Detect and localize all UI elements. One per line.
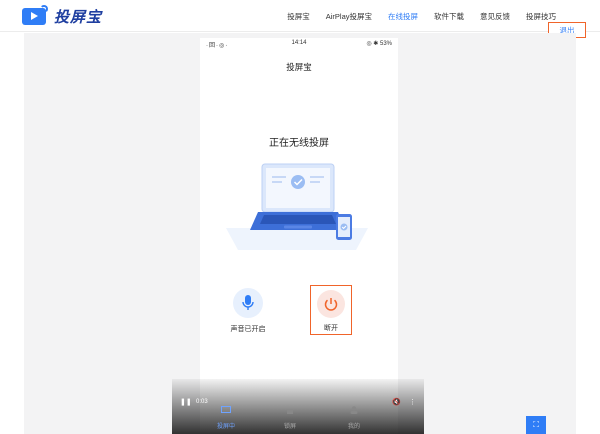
power-icon xyxy=(317,290,345,318)
main-nav: 投屏宝 AirPlay投屏宝 在线投屏 软件下载 意见反馈 投屏技巧 xyxy=(271,0,556,32)
top-header: 投屏宝 投屏宝 AirPlay投屏宝 在线投屏 软件下载 意见反馈 投屏技巧 xyxy=(0,0,600,32)
nav-item-home[interactable]: 投屏宝 xyxy=(287,11,310,22)
lock-icon xyxy=(287,409,293,414)
nav-item-online-cast[interactable]: 在线投屏 xyxy=(388,11,418,22)
mute-icon[interactable]: 🔇 xyxy=(392,398,401,406)
phone-bottom-tabs: 投屏中 锁屏 我的 xyxy=(172,406,424,430)
nav-item-tips[interactable]: 投屏技巧 xyxy=(526,11,556,22)
fullscreen-icon: ⛶ xyxy=(533,420,539,429)
tab-lock[interactable]: 锁屏 xyxy=(270,403,310,430)
nav-item-feedback[interactable]: 意见反馈 xyxy=(480,11,510,22)
fullscreen-button[interactable]: ⛶ xyxy=(526,416,546,434)
disconnect-button[interactable]: 断开 xyxy=(310,285,352,335)
sound-toggle[interactable]: 声音已开启 xyxy=(224,288,272,334)
user-icon xyxy=(350,406,358,414)
video-control-bar: ❚❚ 0:03 🔇 ⋮ 投屏中 锁屏 我的 xyxy=(172,379,424,434)
more-icon[interactable]: ⋮ xyxy=(409,398,416,406)
nav-item-airplay[interactable]: AirPlay投屏宝 xyxy=(326,11,372,22)
tab-mine-label: 我的 xyxy=(347,424,360,430)
cast-viewport: ·回·◎· 14:14 ◎ ✱ 53% 投屏宝 正在无线投屏 声音已开启 断开 … xyxy=(24,33,576,434)
tab-mine[interactable]: 我的 xyxy=(334,403,374,430)
disconnect-label: 断开 xyxy=(324,325,338,332)
logo-text: 投屏宝 xyxy=(54,8,103,26)
laptop-phone-illustration xyxy=(226,163,368,250)
status-battery: ◎ ✱ 53% xyxy=(366,41,392,47)
sound-status-label: 声音已开启 xyxy=(230,326,266,333)
tab-casting[interactable]: 投屏中 xyxy=(206,403,246,430)
casting-status-title: 正在无线投屏 xyxy=(269,138,329,149)
status-bar: ·回·◎· 14:14 ◎ ✱ 53% xyxy=(200,38,398,49)
nav-item-download[interactable]: 软件下载 xyxy=(434,11,464,22)
logo[interactable]: 投屏宝 xyxy=(22,4,103,26)
app-title: 投屏宝 xyxy=(286,62,312,72)
tab-lock-label: 锁屏 xyxy=(283,424,296,430)
microphone-icon xyxy=(233,288,263,318)
cast-play-icon xyxy=(22,4,48,25)
tab-casting-label: 投屏中 xyxy=(216,424,235,430)
pause-icon[interactable]: ❚❚ xyxy=(180,398,192,406)
phone-screen: ·回·◎· 14:14 ◎ ✱ 53% 投屏宝 正在无线投屏 声音已开启 断开 xyxy=(200,38,398,434)
monitor-icon xyxy=(221,406,231,413)
